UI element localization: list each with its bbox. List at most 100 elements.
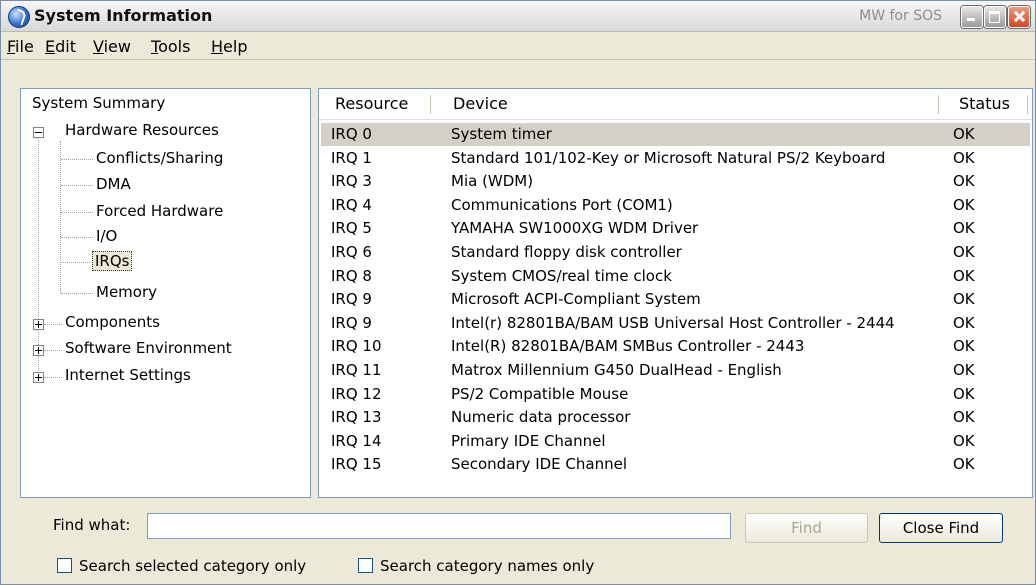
cell-status: OK <box>953 243 975 261</box>
cell-resource: IRQ 10 <box>331 337 382 356</box>
cell-status: OK <box>953 313 975 332</box>
column-header-device[interactable]: Device <box>453 94 508 113</box>
expand-icon[interactable] <box>33 372 44 383</box>
tree-connector-line <box>61 262 90 263</box>
tree-connector-line <box>60 141 61 293</box>
menu-tools[interactable]: Tools <box>151 37 190 56</box>
cell-device: Standard floppy disk controller <box>451 243 682 261</box>
find-button[interactable]: Find <box>745 513 868 543</box>
tree-item-internet-settings[interactable]: Internet Settings <box>65 364 191 386</box>
tree-item-hardware-resources[interactable]: Hardware Resources <box>65 119 219 141</box>
tree-item-memory[interactable]: Memory <box>96 281 157 303</box>
tree-connector-line <box>44 350 62 351</box>
cell-status: OK <box>953 172 975 191</box>
table-row[interactable]: IRQ 15 Secondary IDE Channel OK <box>321 453 1030 476</box>
tree-item-dma[interactable]: DMA <box>96 173 131 195</box>
tree-item-components[interactable]: Components <box>65 311 160 333</box>
column-divider[interactable] <box>430 95 431 114</box>
minimize-icon[interactable] <box>961 6 983 28</box>
table-row[interactable]: IRQ 10 Intel(R) 82801BA/BAM SMBus Control… <box>321 335 1030 358</box>
cell-status: OK <box>953 337 975 356</box>
table-row[interactable]: IRQ 1 Standard 101/102-Key or Microsoft N… <box>321 147 1030 170</box>
menu-view-mnemonic: V <box>93 37 104 56</box>
table-row[interactable]: IRQ 8 System CMOS/real time clock OK <box>321 265 1030 288</box>
tree-connector-line <box>44 377 62 378</box>
cell-device: Primary IDE Channel <box>451 431 606 450</box>
table-row[interactable]: IRQ 3 Mia (WDM) OK <box>321 170 1030 193</box>
expand-icon[interactable] <box>33 319 44 330</box>
close-find-button[interactable]: Close Find <box>879 513 1003 543</box>
cell-status: OK <box>953 290 975 309</box>
details-list[interactable]: Resource Device Status IRQ 0 System timer… <box>318 88 1033 498</box>
cell-resource: IRQ 9 <box>331 290 372 309</box>
cell-resource: IRQ 5 <box>331 219 372 238</box>
table-row[interactable]: IRQ 12 PS/2 Compatible Mouse OK <box>321 383 1030 406</box>
table-row[interactable]: IRQ 4 Communications Port (COM1) OK <box>321 194 1030 217</box>
find-label-text: Find what: <box>53 516 131 534</box>
tree-item-label: I/O <box>96 227 118 245</box>
tree-item-label: Memory <box>96 283 158 301</box>
tree-item-label: Internet Settings <box>65 366 191 384</box>
cell-resource: IRQ 3 <box>331 172 372 191</box>
tree-connector-line <box>61 293 93 294</box>
table-row[interactable]: IRQ 14 Primary IDE Channel OK <box>321 430 1030 453</box>
tree-item-irqs[interactable]: IRQs <box>92 250 133 272</box>
column-divider[interactable] <box>1027 95 1028 114</box>
cell-device: Microsoft ACPI-Compliant System <box>451 290 701 309</box>
table-row[interactable]: IRQ 5 YAMAHA SW1000XG WDM Driver OK <box>321 217 1030 240</box>
tree-item-system-summary[interactable]: System Summary <box>32 92 165 114</box>
cell-resource: IRQ 1 <box>331 148 372 167</box>
cell-device: Standard 101/102-Key or Microsoft Natura… <box>451 148 886 167</box>
tree-connector-line <box>38 129 39 379</box>
table-row[interactable]: IRQ 9 Microsoft ACPI-Compliant System OK <box>321 288 1030 311</box>
checkbox-box[interactable] <box>57 558 72 573</box>
tree-item-software-environment[interactable]: Software Environment <box>65 337 232 359</box>
tree-connector-line <box>61 237 93 238</box>
column-header-status[interactable]: Status <box>959 94 1010 113</box>
cell-status: OK <box>953 219 975 238</box>
category-tree[interactable]: System Summary Hardware Resources Confli… <box>20 88 311 498</box>
tree-connector-line <box>44 324 62 325</box>
menu-tools-mnemonic: T <box>151 37 159 56</box>
cell-resource: IRQ 4 <box>331 195 372 214</box>
table-row[interactable]: IRQ 6 Standard floppy disk controller OK <box>321 241 1030 264</box>
cell-status: OK <box>953 266 975 285</box>
tree-connector-line <box>61 212 93 213</box>
tree-item-label: Components <box>65 313 160 331</box>
close-icon[interactable] <box>1008 6 1030 28</box>
menu-help-mnemonic: H <box>211 37 224 56</box>
tree-item-label: Conflicts/Sharing <box>96 149 224 167</box>
table-row[interactable]: IRQ 0 System timer OK <box>321 123 1030 146</box>
tree-item-conflicts-sharing[interactable]: Conflicts/Sharing <box>96 147 223 169</box>
tree-item-io[interactable]: I/O <box>96 225 117 247</box>
tree-connector-line <box>61 159 93 160</box>
system-information-icon <box>8 6 30 28</box>
checkbox-label: Search selected category only <box>79 557 307 575</box>
cell-device: Communications Port (COM1) <box>451 195 673 214</box>
title-bar[interactable]: System Information MW for SOS <box>1 1 1035 32</box>
tree-item-label: Software Environment <box>65 339 232 357</box>
menu-file[interactable]: File <box>7 37 34 56</box>
find-what-input[interactable] <box>147 513 731 539</box>
tree-item-forced-hardware[interactable]: Forced Hardware <box>96 200 223 222</box>
cell-device: Intel(r) 82801BA/BAM USB Universal Host … <box>451 313 895 332</box>
tree-connector-line <box>61 185 93 186</box>
column-header-resource[interactable]: Resource <box>335 94 408 113</box>
menu-view[interactable]: View <box>93 37 131 56</box>
cell-status: OK <box>953 148 975 167</box>
checkbox-box[interactable] <box>358 558 373 573</box>
cell-device: Matrox Millennium G450 DualHead - Englis… <box>451 361 782 379</box>
expand-icon[interactable] <box>33 345 44 356</box>
cell-device: PS/2 Compatible Mouse <box>451 384 629 403</box>
cell-resource: IRQ 0 <box>331 125 372 143</box>
table-row[interactable]: IRQ 13 Numeric data processor OK <box>321 406 1030 429</box>
collapse-icon[interactable] <box>33 127 44 138</box>
column-divider[interactable] <box>938 95 939 114</box>
cell-resource: IRQ 12 <box>331 384 382 403</box>
menu-edit[interactable]: Edit <box>45 37 76 56</box>
window-title: System Information <box>34 6 213 25</box>
table-row[interactable]: IRQ 9 Intel(r) 82801BA/BAM USB Universal … <box>321 312 1030 335</box>
maximize-icon[interactable] <box>984 6 1006 28</box>
table-row[interactable]: IRQ 11 Matrox Millennium G450 DualHead - … <box>321 359 1030 382</box>
menu-help[interactable]: Help <box>211 37 247 56</box>
